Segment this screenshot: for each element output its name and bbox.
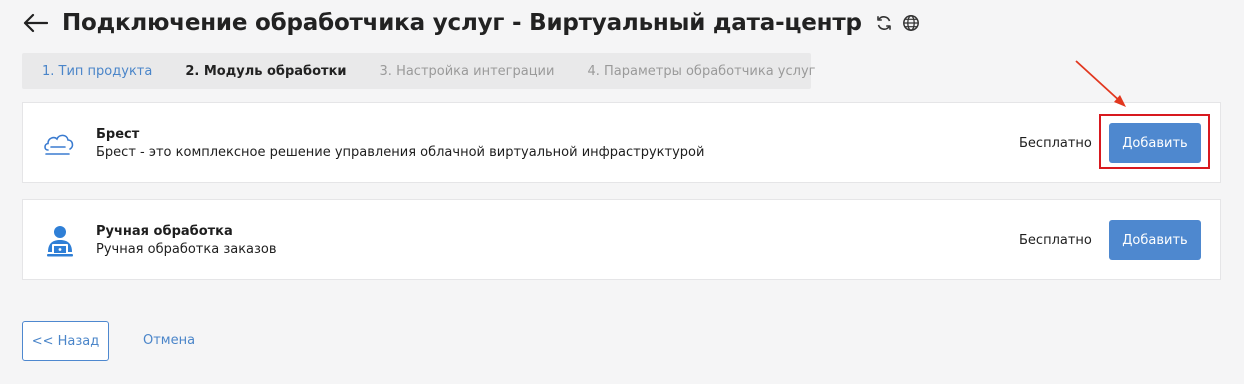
module-description: Ручная обработка заказов: [96, 242, 277, 257]
module-card-manual: Ручная обработка Ручная обработка заказо…: [22, 199, 1221, 280]
module-name: Брест: [96, 127, 140, 142]
module-price: Бесплатно: [1019, 136, 1092, 151]
back-arrow-icon[interactable]: [22, 13, 48, 33]
module-price: Бесплатно: [1019, 233, 1092, 248]
globe-icon[interactable]: [902, 14, 920, 32]
module-description: Брест - это комплексное решение управлен…: [96, 145, 705, 160]
add-brest-button[interactable]: Добавить: [1109, 123, 1201, 163]
module-name: Ручная обработка: [96, 224, 233, 239]
step-handler-parameters: 4. Параметры обработчика услуг: [587, 63, 816, 79]
cancel-link[interactable]: Отмена: [143, 333, 195, 348]
add-manual-processing-button[interactable]: Добавить: [1109, 220, 1201, 260]
cloud-icon: [44, 134, 74, 155]
wizard-steps: 1. Тип продукта 2. Модуль обработки 3. Н…: [22, 53, 815, 89]
annotation-arrow-icon: [1075, 60, 1126, 107]
page-title: Подключение обработчика услуг - Виртуаль…: [62, 10, 862, 36]
refresh-icon[interactable]: [875, 14, 893, 32]
operator-laptop-icon: [47, 226, 73, 257]
step-integration-settings: 3. Настройка интеграции: [379, 63, 555, 79]
module-card-brest: Брест Брест - это комплексное решение уп…: [22, 102, 1221, 183]
step-processing-module: 2. Модуль обработки: [185, 63, 347, 79]
step-product-type[interactable]: 1. Тип продукта: [42, 64, 152, 79]
page-header: Подключение обработчика услуг - Виртуаль…: [22, 6, 920, 40]
back-button[interactable]: << Назад: [22, 321, 109, 361]
